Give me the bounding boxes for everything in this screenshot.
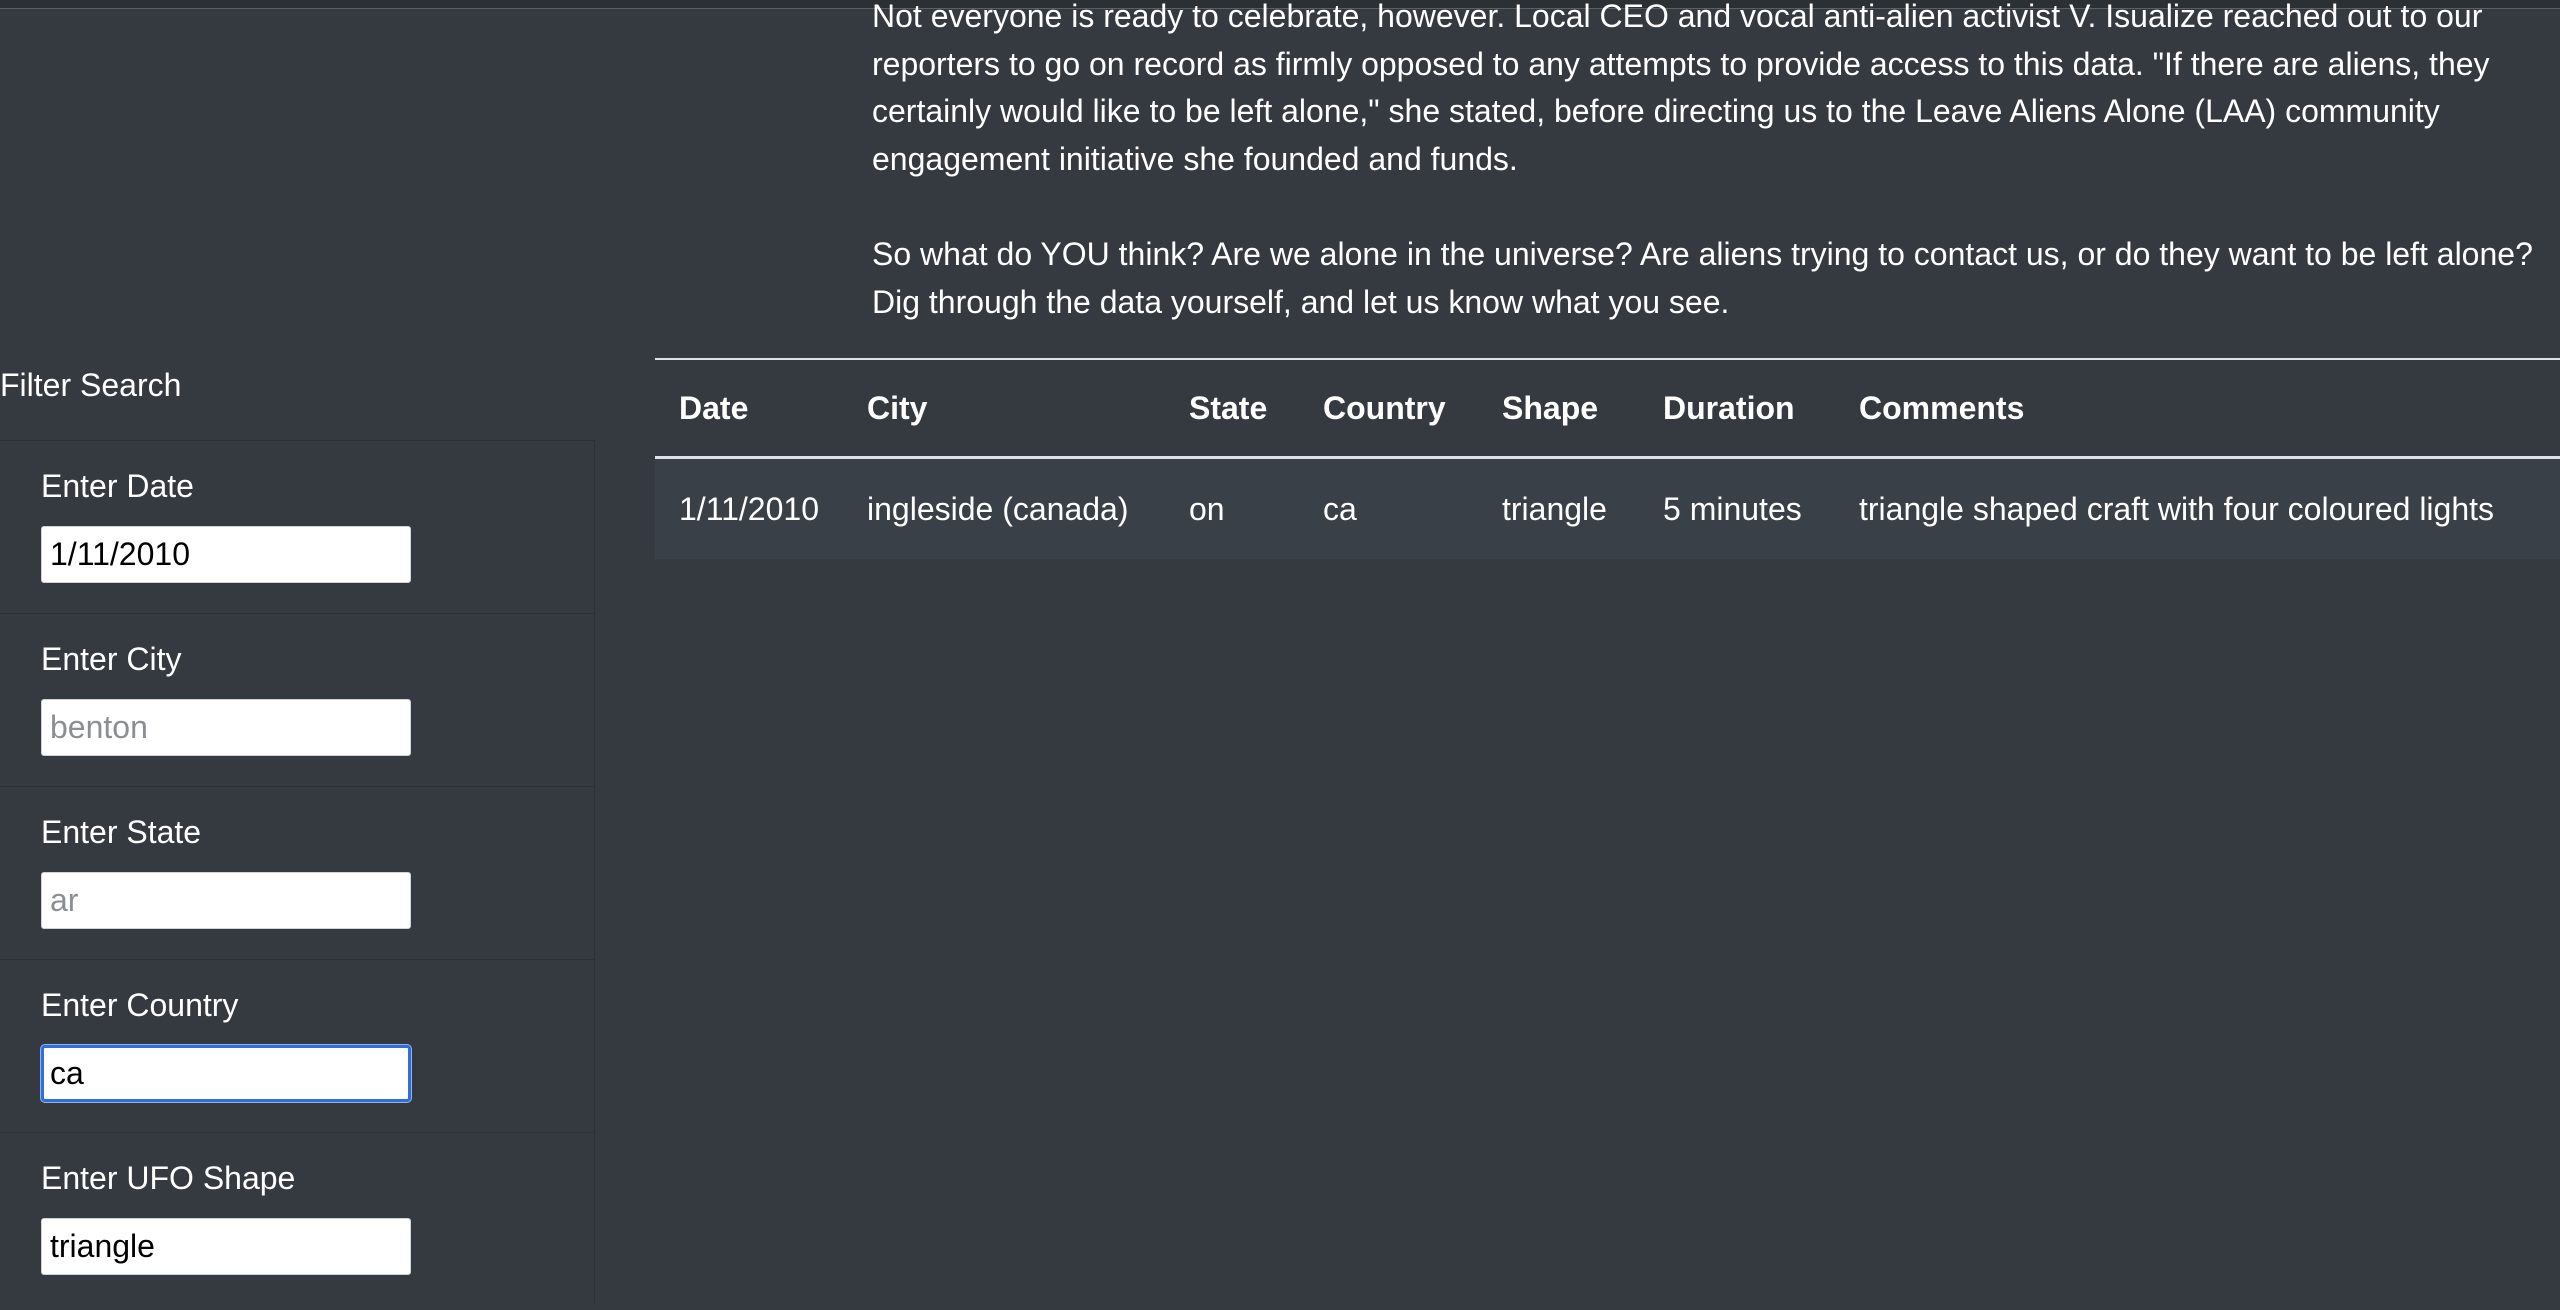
filter-sidebar: Filter Search Enter Date Enter City Ente… [0, 355, 595, 1310]
column-header-comments: Comments [1835, 360, 2560, 459]
column-header-shape: Shape [1478, 360, 1639, 459]
article-text: Not everyone is ready to celebrate, howe… [872, 0, 2552, 326]
cell-duration: 5 minutes [1639, 457, 1835, 559]
cell-state: on [1165, 457, 1299, 559]
filter-item-city: Enter City [0, 613, 594, 786]
column-header-duration: Duration [1639, 360, 1835, 459]
filter-item-state: Enter State [0, 786, 594, 959]
table-header: Date City State Country Shape Duration C… [655, 360, 2560, 459]
column-header-country: Country [1299, 360, 1478, 459]
cell-date: 1/11/2010 [655, 457, 843, 559]
article-paragraph: Not everyone is ready to celebrate, howe… [872, 0, 2490, 177]
filter-item-shape: Enter UFO Shape [0, 1132, 594, 1305]
column-header-state: State [1165, 360, 1299, 459]
filter-search-title: Filter Search [0, 367, 182, 403]
cell-shape: triangle [1478, 457, 1639, 559]
date-label: Enter Date [41, 468, 194, 504]
country-label: Enter Country [41, 987, 239, 1023]
date-input[interactable] [41, 526, 411, 583]
filter-list: Enter Date Enter City Enter State Enter … [0, 440, 595, 1305]
city-label: Enter City [41, 641, 182, 677]
column-header-city: City [843, 360, 1165, 459]
ufo-table: Date City State Country Shape Duration C… [655, 360, 2560, 559]
cell-comments: triangle shaped craft with four coloured… [1835, 457, 2560, 559]
shape-input[interactable] [41, 1218, 411, 1275]
table-body: 1/11/2010 ingleside (canada) on ca trian… [655, 457, 2560, 559]
article-paragraph: So what do YOU think? Are we alone in th… [872, 236, 2533, 320]
ufo-table-container: Date City State Country Shape Duration C… [655, 358, 2560, 559]
table-header-row: Date City State Country Shape Duration C… [655, 360, 2560, 459]
column-header-date: Date [655, 360, 843, 459]
cell-country: ca [1299, 457, 1478, 559]
cell-city: ingleside (canada) [843, 457, 1165, 559]
table-row: 1/11/2010 ingleside (canada) on ca trian… [655, 457, 2560, 559]
state-input[interactable] [41, 872, 411, 929]
shape-label: Enter UFO Shape [41, 1160, 296, 1196]
city-input[interactable] [41, 699, 411, 756]
filter-item-country: Enter Country [0, 959, 594, 1132]
state-label: Enter State [41, 814, 202, 850]
filter-item-date: Enter Date [0, 440, 594, 613]
country-input[interactable] [41, 1045, 411, 1102]
